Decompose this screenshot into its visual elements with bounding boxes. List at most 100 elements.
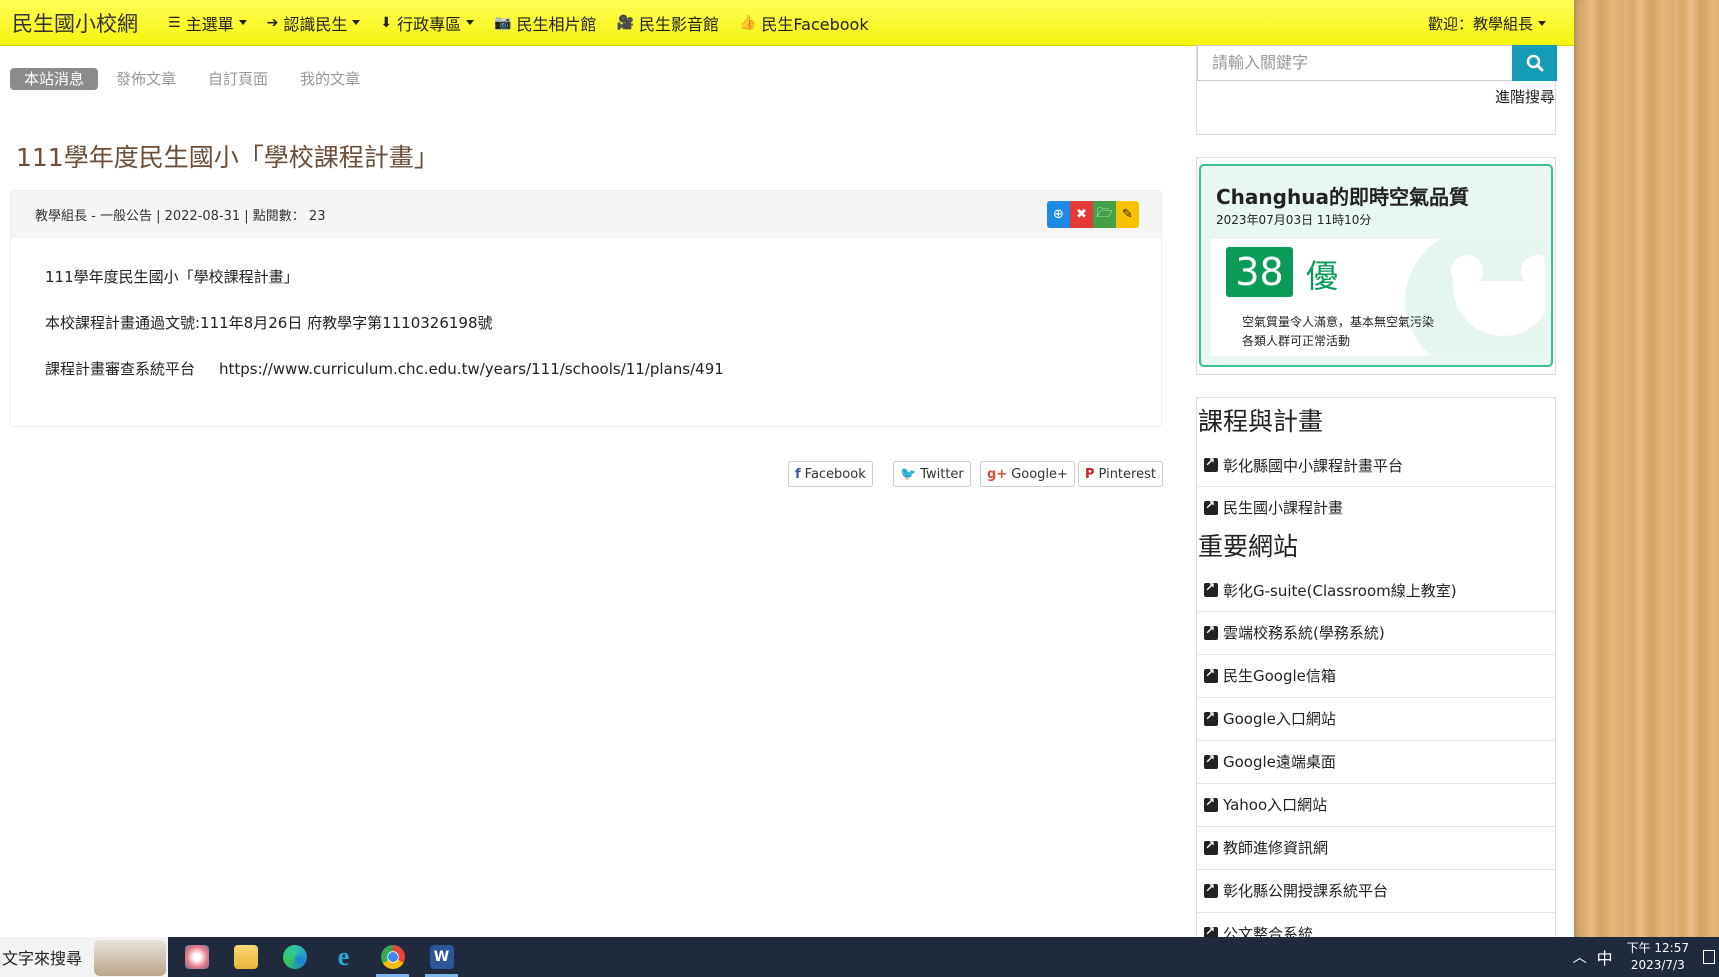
nav-videos-label: 民生影音館 xyxy=(638,14,719,34)
folder-open-icon[interactable]: 🗁 xyxy=(1093,201,1116,228)
air-quality-widget: Changhua的即時空氣品質 2023年07月03日 11時10分 38 優 … xyxy=(1196,157,1556,375)
platform-label: 課程計畫審查系統平台 xyxy=(45,360,196,378)
taskbar-app-ie[interactable]: e xyxy=(319,937,368,977)
article-line-2: 本校課程計畫通過文號:111年8月26日 府教學字第1110326198號 xyxy=(45,314,493,332)
user-menu[interactable]: 歡迎：教學組長 xyxy=(1428,0,1546,46)
chevron-up-icon[interactable]: ︿ xyxy=(1573,947,1587,967)
taskbar-search-text: 文字來搜尋 xyxy=(2,949,83,968)
camera-icon: 📷 xyxy=(494,14,512,31)
nav-main-menu[interactable]: ☰ 主選單 xyxy=(168,11,247,35)
tab-custom-page[interactable]: 自訂頁面 xyxy=(194,68,282,90)
folder-icon xyxy=(233,945,258,969)
link-item[interactable]: 彰化縣國中小課程計畫平台 xyxy=(1197,444,1555,486)
link-item[interactable]: Google遠端桌面 xyxy=(1197,740,1555,782)
link-item[interactable]: Google入口網站 xyxy=(1197,697,1555,739)
nav-facebook-label: 民生Facebook xyxy=(761,14,869,34)
chrome-icon xyxy=(380,945,405,969)
article-line-3: 課程計畫審查系統平台 https://www.curriculum.chc.edu… xyxy=(45,358,1127,380)
system-tray: ︿ 中 下午 12:57 2023/7/3 xyxy=(1573,937,1719,977)
share-twitter-button[interactable]: 🐦 Twitter xyxy=(893,461,971,487)
air-quality-panel: 38 優 空氣質量令人滿意，基本無空氣污染 各類人群可正常活動 xyxy=(1211,239,1545,356)
circle-arrow-right-icon: ➔ xyxy=(266,14,279,31)
taskbar-app-file-explorer[interactable] xyxy=(221,937,270,977)
caret-down-icon xyxy=(1538,20,1546,26)
browser-page: 民生國小校網 ☰ 主選單 ➔ 認識民生 ⬇ 行政專區 📷 民生相片館 🎥 民生影音館 👍 民… xyxy=(0,0,1574,937)
link-label: 彰化縣公開授課系統平台 xyxy=(1223,882,1389,900)
edit-pencil-icon[interactable]: ✎ xyxy=(1116,201,1139,228)
link-item[interactable]: Yahoo入口網站 xyxy=(1197,783,1555,825)
air-quality-date: 2023年07月03日 11時10分 xyxy=(1216,213,1372,227)
nav-admin-label: 行政專區 xyxy=(397,14,462,34)
taskbar-app-assistant[interactable] xyxy=(172,937,221,977)
video-camera-icon: 🎥 xyxy=(616,14,634,31)
smiley-mouth xyxy=(1453,281,1545,336)
share-twitter-label: Twitter xyxy=(920,466,964,482)
share-googleplus-button[interactable]: g+ Google+ xyxy=(980,461,1075,487)
circle-arrow-down-icon: ⬇ xyxy=(380,14,393,31)
article-meta-bar: 教學組長 - 一般公告 | 2022-08-31 | 點閱數： 23 xyxy=(11,191,1161,238)
nav-facebook[interactable]: 👍 民生Facebook xyxy=(739,11,869,35)
external-link-icon xyxy=(1204,924,1218,937)
article-line-1: 111學年度民生國小「學校課程計畫」 xyxy=(45,268,299,286)
delete-icon[interactable]: ✖ xyxy=(1070,201,1093,228)
link-label: 彰化縣國中小課程計畫平台 xyxy=(1223,456,1404,475)
link-label: 民生Google信箱 xyxy=(1223,667,1336,685)
clock[interactable]: 下午 12:57 2023/7/3 xyxy=(1627,940,1689,974)
welcome-text: 歡迎：教學組長 xyxy=(1427,14,1533,33)
platform-link[interactable]: https://www.curriculum.chc.edu.tw/years/… xyxy=(219,360,724,378)
add-icon[interactable]: ⊕ xyxy=(1047,201,1070,228)
article-body: 111學年度民生國小「學校課程計畫」 本校課程計畫通過文號:111年8月26日 … xyxy=(11,238,1161,432)
article-title: 111學年度民生國小「學校課程計畫」 xyxy=(16,143,439,172)
internet-explorer-icon: e xyxy=(337,942,350,971)
nav-admin[interactable]: ⬇ 行政專區 xyxy=(380,11,475,35)
nav-about-label: 認識民生 xyxy=(283,14,348,34)
nav-photos-label: 民生相片館 xyxy=(516,14,597,34)
link-item[interactable]: 民生國小課程計畫 xyxy=(1197,486,1555,528)
taskbar-app-chrome[interactable] xyxy=(368,937,417,977)
advanced-search-link[interactable]: 進階搜尋 xyxy=(1495,86,1555,107)
link-item[interactable]: 彰化縣公開授課系統平台 xyxy=(1197,869,1555,911)
tab-site-news[interactable]: 本站消息 xyxy=(10,68,99,90)
site-brand[interactable]: 民生國小校網 xyxy=(12,8,138,38)
windows-taskbar: 文字來搜尋 e W ︿ 中 下午 12:57 2023/7/3 xyxy=(0,937,1719,977)
link-label: Google遠端桌面 xyxy=(1223,753,1336,771)
taskbar-app-edge[interactable] xyxy=(270,937,319,977)
caret-down-icon xyxy=(238,20,247,25)
caret-down-icon xyxy=(352,20,361,25)
search-icon xyxy=(1526,54,1543,72)
nav-about[interactable]: ➔ 認識民生 xyxy=(267,11,361,35)
link-item[interactable]: 雲端校務系統(學務系統) xyxy=(1197,611,1555,653)
link-item[interactable]: 教師進修資訊網 xyxy=(1197,826,1555,868)
share-pinterest-button[interactable]: P Pinterest xyxy=(1078,461,1163,487)
link-item[interactable]: 民生Google信箱 xyxy=(1197,654,1555,696)
share-facebook-label: Facebook xyxy=(804,466,866,482)
external-link-icon xyxy=(1204,455,1218,472)
link-label: Yahoo入口網站 xyxy=(1223,796,1328,814)
aqi-level: 優 xyxy=(1306,257,1339,295)
nav-videos[interactable]: 🎥 民生影音館 xyxy=(617,11,719,35)
ime-indicator[interactable]: 中 xyxy=(1597,945,1613,969)
link-label: 雲端校務系統(學務系統) xyxy=(1223,624,1385,642)
share-pinterest-label: Pinterest xyxy=(1098,466,1156,482)
desktop-wallpaper xyxy=(1574,0,1719,937)
search-input[interactable]: 請輸入關鍵字 xyxy=(1197,45,1513,81)
caret-down-icon xyxy=(466,20,475,25)
clock-time: 下午 12:57 xyxy=(1626,941,1689,955)
taskbar-search-box[interactable]: 文字來搜尋 xyxy=(0,937,168,977)
top-navbar: 民生國小校網 ☰ 主選單 ➔ 認識民生 ⬇ 行政專區 📷 民生相片館 🎥 民生影音館 👍 民… xyxy=(0,0,1574,46)
link-label: 彰化G-suite(Classroom線上教室) xyxy=(1223,581,1457,600)
link-item[interactable]: 公文整合系統 xyxy=(1197,912,1555,937)
google-plus-icon: g+ xyxy=(987,466,1008,482)
share-googleplus-label: Google+ xyxy=(1011,466,1068,482)
aqi-description-line-1: 空氣質量令人滿意，基本無空氣污染 xyxy=(1242,315,1435,329)
share-facebook-button[interactable]: f Facebook xyxy=(788,461,873,487)
search-button[interactable] xyxy=(1512,45,1557,81)
tab-my-articles[interactable]: 我的文章 xyxy=(286,68,374,90)
taskbar-app-word[interactable]: W xyxy=(417,937,466,977)
external-link-icon xyxy=(1204,838,1218,855)
tab-post-article[interactable]: 發佈文章 xyxy=(102,68,190,90)
notification-icon[interactable] xyxy=(1703,950,1715,964)
section-title-curriculum: 課程與計畫 xyxy=(1198,407,1324,436)
link-item[interactable]: 彰化G-suite(Classroom線上教室) xyxy=(1197,569,1555,611)
nav-photos[interactable]: 📷 民生相片館 xyxy=(494,11,596,35)
